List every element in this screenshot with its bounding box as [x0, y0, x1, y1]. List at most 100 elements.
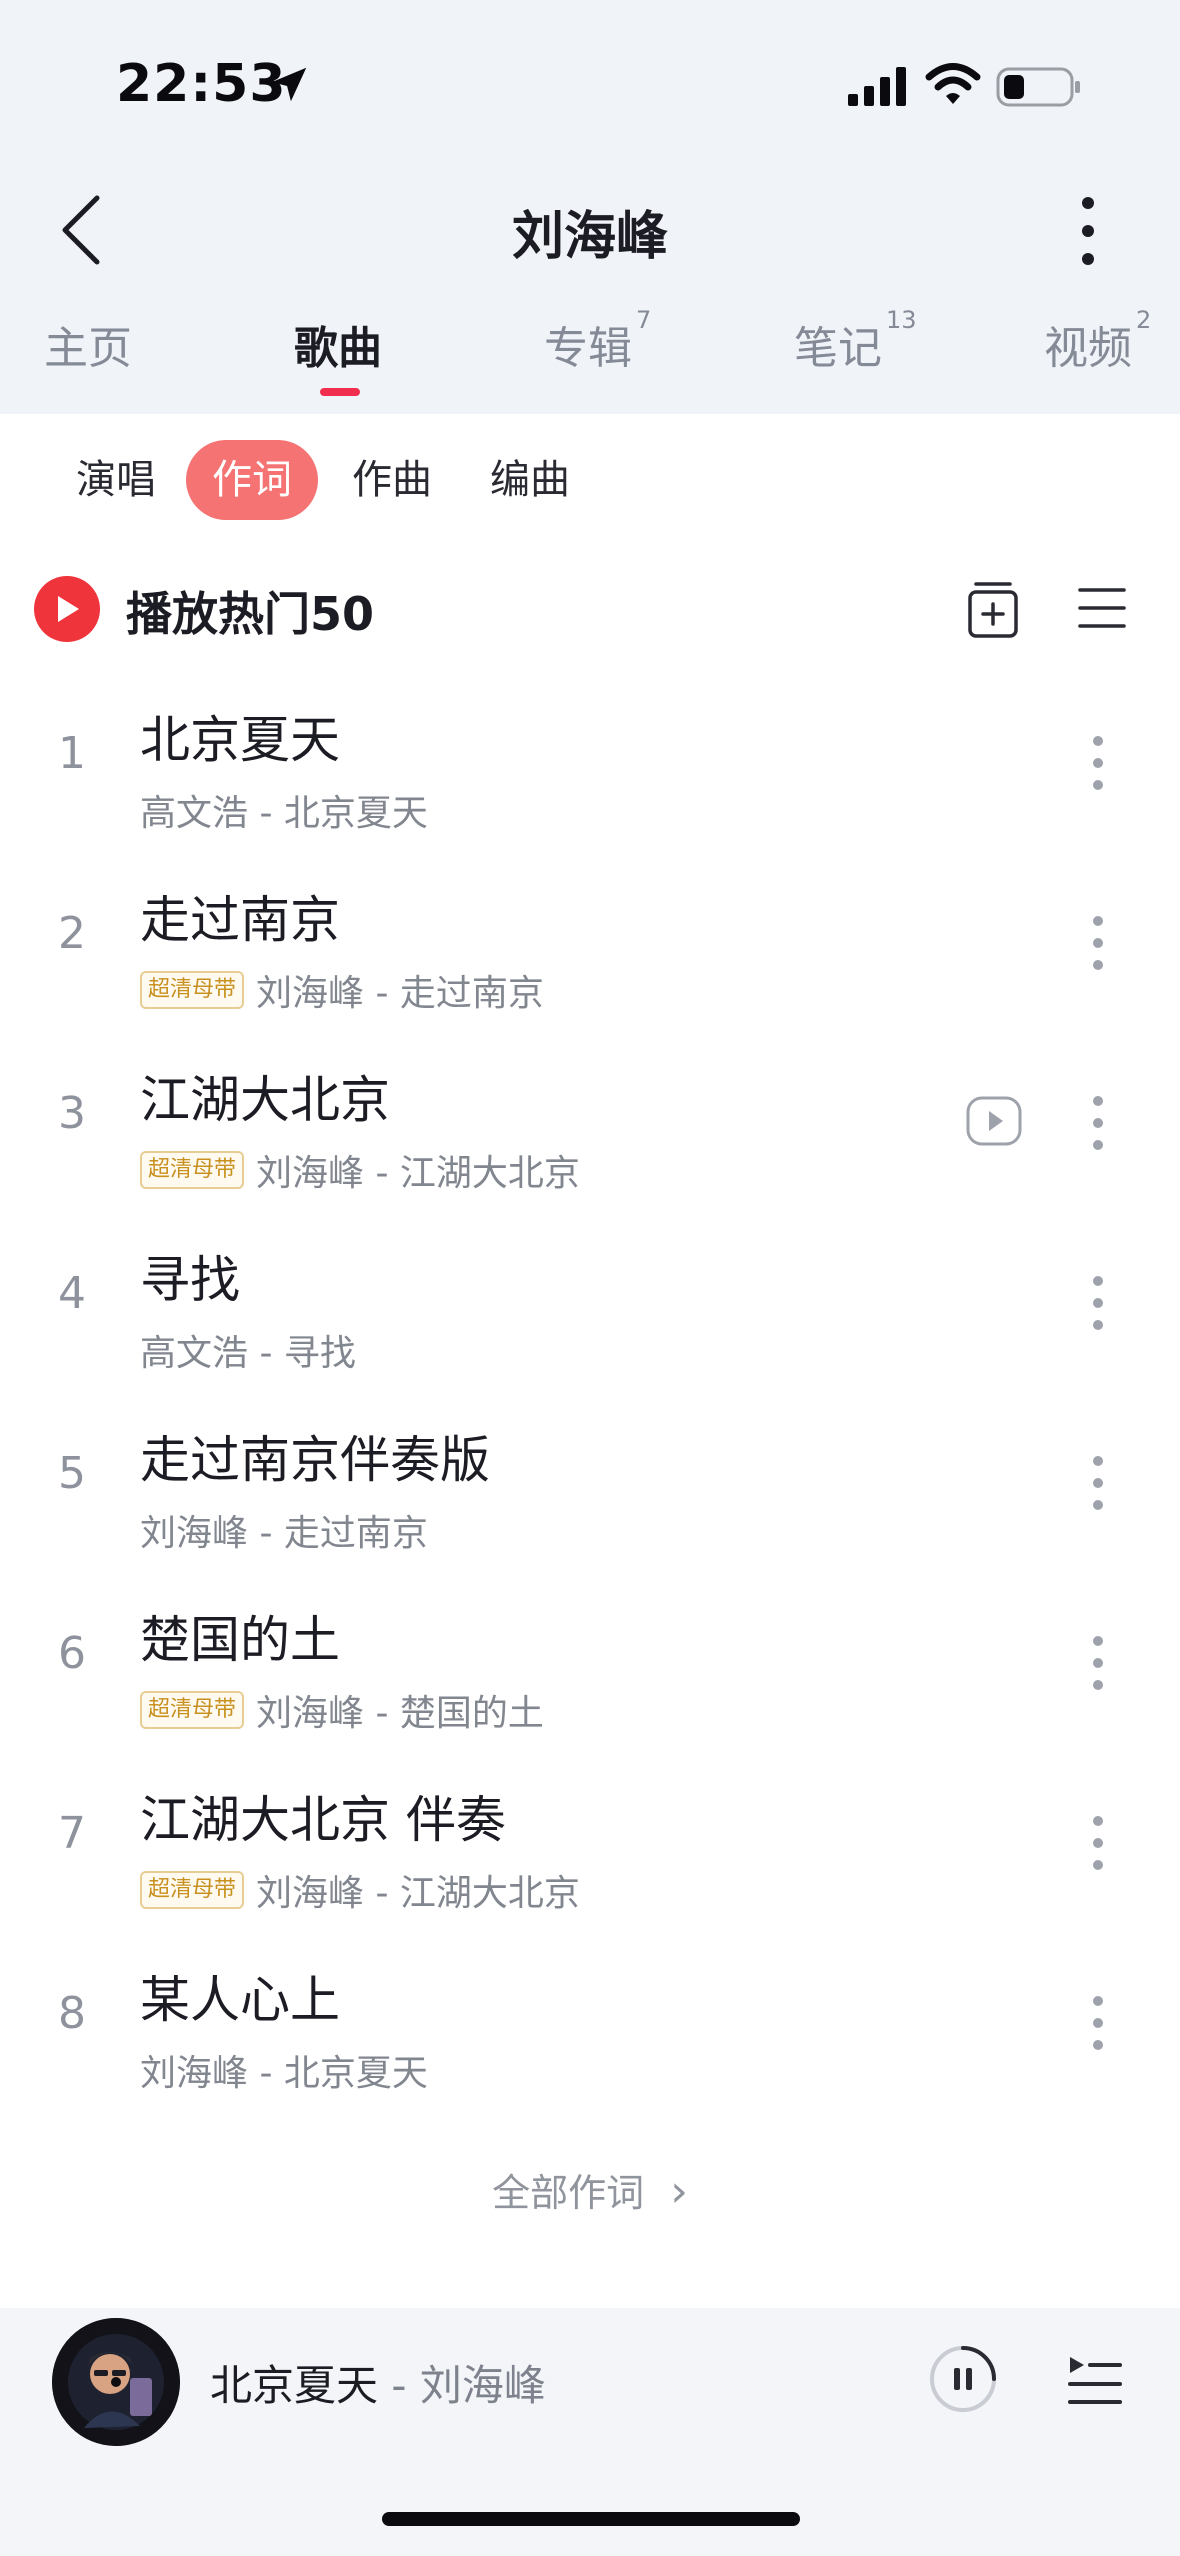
- vertical-dots-icon: [1093, 1816, 1103, 1870]
- list-menu-icon[interactable]: [1076, 584, 1128, 632]
- tab-label: 笔记: [794, 323, 882, 374]
- filter-sing[interactable]: 演唱: [50, 440, 182, 520]
- song-artist-album: 刘海峰 - 江湖大北京: [256, 1153, 580, 1194]
- song-title: 寻找: [140, 1251, 240, 1309]
- vertical-dots-icon: [1082, 197, 1094, 265]
- song-more-button[interactable]: [1080, 1258, 1116, 1348]
- song-more-button[interactable]: [1080, 1438, 1116, 1528]
- song-row[interactable]: 6 楚国的土 超清母带 刘海峰 - 楚国的土: [0, 1576, 1180, 1756]
- vertical-dots-icon: [1093, 1996, 1103, 2050]
- vertical-dots-icon: [1093, 1096, 1103, 1150]
- battery-icon: [996, 67, 1080, 107]
- song-subtitle: 超清母带 刘海峰 - 江湖大北京: [140, 1864, 580, 1916]
- filter-lyrics[interactable]: 作词: [186, 440, 318, 520]
- song-artist-album: 刘海峰 - 走过南京: [140, 1513, 428, 1554]
- status-time: 22:53: [116, 54, 287, 114]
- song-title: 走过南京伴奏版: [140, 1431, 490, 1489]
- tab-label: 主页: [44, 323, 132, 374]
- quality-badge: 超清母带: [140, 1691, 245, 1729]
- song-row[interactable]: 8 某人心上 刘海峰 - 北京夏天: [0, 1936, 1180, 2116]
- play-all-button[interactable]: [34, 576, 100, 642]
- song-subtitle: 高文浩 - 寻找: [140, 1324, 356, 1376]
- song-rank: 8: [58, 1988, 86, 2039]
- song-title: 走过南京: [140, 891, 340, 949]
- song-artist-album: 刘海峰 - 北京夏天: [140, 2053, 428, 2094]
- song-row[interactable]: 5 走过南京伴奏版 刘海峰 - 走过南京: [0, 1396, 1180, 1576]
- wifi-icon: [925, 63, 981, 104]
- tab-count: 13: [886, 306, 917, 334]
- song-more-button[interactable]: [1080, 1978, 1116, 2068]
- song-more-button[interactable]: [1080, 1078, 1116, 1168]
- home-indicator: [382, 2512, 800, 2526]
- song-subtitle: 超清母带 刘海峰 - 走过南京: [140, 964, 544, 1016]
- play-icon: [58, 596, 79, 622]
- tab-albums[interactable]: 专辑7: [544, 306, 651, 376]
- play-hot-label: 播放热门50: [126, 587, 375, 641]
- now-playing-artist: 刘海峰: [419, 2361, 546, 2410]
- song-title: 江湖大北京 伴奏: [140, 1791, 506, 1849]
- song-subtitle: 超清母带 刘海峰 - 楚国的土: [140, 1684, 544, 1736]
- song-title: 楚国的土: [140, 1611, 340, 1669]
- song-more-button[interactable]: [1080, 718, 1116, 808]
- song-artist-album: 刘海峰 - 走过南京: [256, 973, 544, 1014]
- song-title: 某人心上: [140, 1971, 340, 2029]
- song-rank: 5: [58, 1448, 86, 1499]
- tab-label: 歌曲: [294, 323, 382, 374]
- album-cover[interactable]: [52, 2318, 180, 2446]
- now-playing-separator: -: [378, 2361, 420, 2410]
- add-to-playlist-icon[interactable]: [966, 580, 1022, 640]
- song-artist-album: 刘海峰 - 楚国的土: [256, 1693, 544, 1734]
- tab-bar: 主页 歌曲 专辑7 笔记13 视频2: [0, 306, 1180, 402]
- now-playing-title: 北京夏天: [210, 2361, 379, 2410]
- tab-count: 7: [636, 306, 652, 334]
- all-lyrics-link[interactable]: 全部作词 ›: [0, 2162, 1180, 2217]
- song-row[interactable]: 4 寻找 高文浩 - 寻找: [0, 1216, 1180, 1396]
- quality-badge: 超清母带: [140, 1871, 245, 1909]
- tab-videos[interactable]: 视频2: [1044, 306, 1151, 376]
- vertical-dots-icon: [1093, 1276, 1103, 1330]
- filter-compose[interactable]: 作曲: [326, 440, 458, 520]
- page-title: 刘海峰: [511, 207, 668, 267]
- tab-home[interactable]: 主页: [44, 312, 132, 376]
- song-rank: 1: [58, 728, 86, 779]
- album-art-image: [52, 2318, 180, 2446]
- signal-icon: [848, 67, 906, 106]
- pause-icon[interactable]: [928, 2344, 998, 2414]
- header: 22:53 刘海峰 主页 歌曲 专辑7 笔记13 视频2: [0, 0, 1180, 414]
- more-options-button[interactable]: [1060, 186, 1116, 276]
- mv-play-icon[interactable]: [964, 1094, 1024, 1148]
- song-row[interactable]: 2 走过南京 超清母带 刘海峰 - 走过南京: [0, 856, 1180, 1036]
- song-rank: 7: [58, 1808, 86, 1859]
- vertical-dots-icon: [1093, 1636, 1103, 1690]
- song-title: 北京夏天: [140, 711, 340, 769]
- artist-page: 22:53 刘海峰 主页 歌曲 专辑7 笔记13 视频2 演唱 作词 作曲 编曲…: [0, 0, 1180, 2556]
- song-more-button[interactable]: [1080, 1618, 1116, 1708]
- song-more-button[interactable]: [1080, 1798, 1116, 1888]
- song-rank: 6: [58, 1628, 86, 1679]
- tab-notes[interactable]: 笔记13: [794, 306, 917, 376]
- song-artist-album: 高文浩 - 北京夏天: [140, 793, 428, 834]
- song-subtitle: 刘海峰 - 走过南京: [140, 1504, 428, 1556]
- vertical-dots-icon: [1093, 1456, 1103, 1510]
- vertical-dots-icon: [1093, 916, 1103, 970]
- song-row[interactable]: 3 江湖大北京 超清母带 刘海峰 - 江湖大北京: [0, 1036, 1180, 1216]
- quality-badge: 超清母带: [140, 971, 245, 1009]
- playlist-icon[interactable]: [1066, 2354, 1124, 2408]
- filter-arrange[interactable]: 编曲: [464, 440, 596, 520]
- song-subtitle: 超清母带 刘海峰 - 江湖大北京: [140, 1144, 580, 1196]
- song-artist-album: 刘海峰 - 江湖大北京: [256, 1873, 580, 1914]
- tab-label: 专辑: [544, 323, 632, 374]
- song-subtitle: 刘海峰 - 北京夏天: [140, 2044, 428, 2096]
- all-lyrics-label: 全部作词: [492, 2171, 645, 2215]
- location-arrow-icon: [271, 67, 307, 102]
- song-subtitle: 高文浩 - 北京夏天: [140, 784, 428, 836]
- now-playing-info[interactable]: 北京夏天 - 刘海峰: [210, 2352, 546, 2413]
- song-rank: 3: [58, 1088, 86, 1139]
- active-tab-indicator: [320, 388, 360, 396]
- song-more-button[interactable]: [1080, 898, 1116, 988]
- song-row[interactable]: 1 北京夏天 高文浩 - 北京夏天: [0, 676, 1180, 856]
- tab-label: 视频: [1044, 323, 1132, 374]
- song-row[interactable]: 7 江湖大北京 伴奏 超清母带 刘海峰 - 江湖大北京: [0, 1756, 1180, 1936]
- tab-count: 2: [1136, 306, 1152, 334]
- tab-songs[interactable]: 歌曲: [294, 312, 382, 376]
